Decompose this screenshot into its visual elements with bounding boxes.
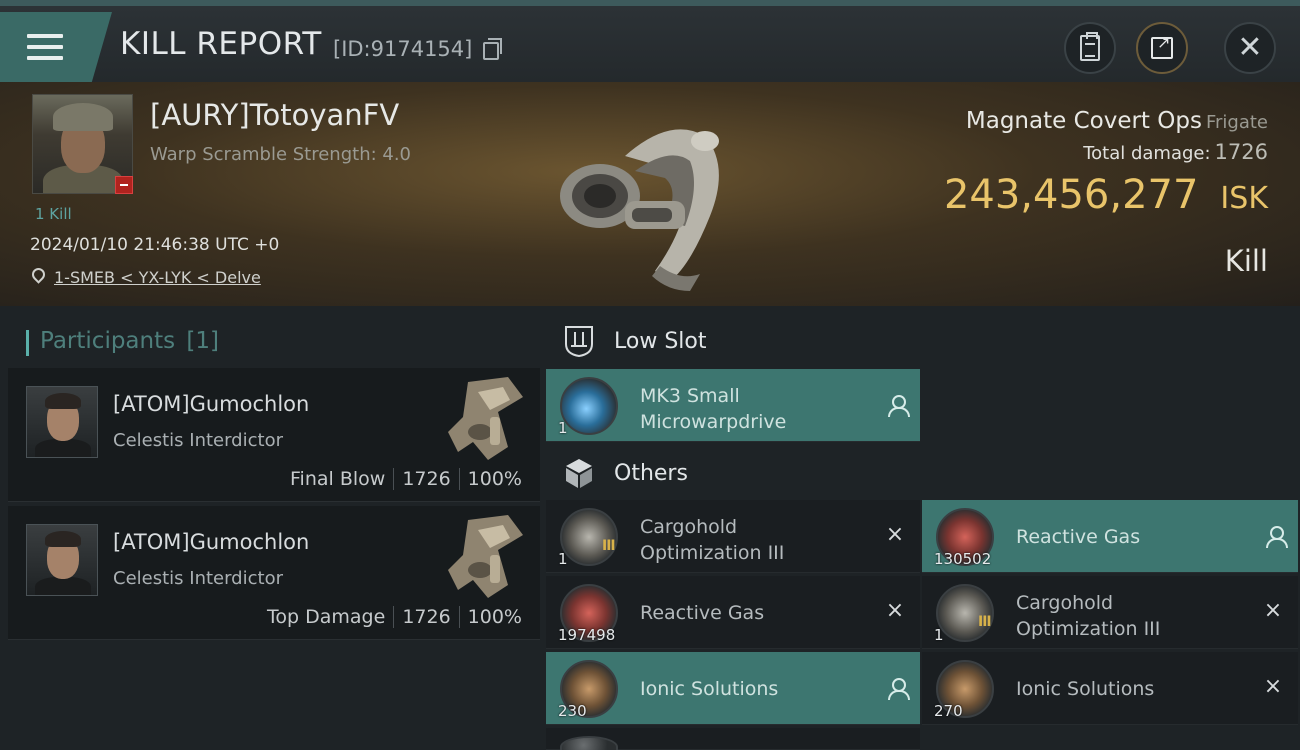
share-button[interactable] [1136, 22, 1188, 74]
close-icon: ✕ [1237, 30, 1263, 65]
item-row[interactable]: III 1 Cargohold Optimization III × [546, 500, 920, 573]
security-status-badge [115, 176, 133, 194]
share-icon [1151, 33, 1173, 59]
dropped-person-icon [1266, 526, 1288, 548]
participants-panel: Participants [1] [ATOM]Gumochlon Celesti… [0, 306, 540, 750]
item-quantity: 230 [558, 702, 587, 720]
isk-unit: ISK [1220, 181, 1268, 216]
items-panel: Low Slot 1 MK3 Small Microwarpdrive Othe… [540, 306, 1300, 750]
destroyed-x-icon: × [885, 522, 905, 547]
participant-percent: 100% [467, 468, 522, 490]
participant-role: Top Damage [267, 606, 386, 628]
isk-value: 243,456,277 ISK [943, 172, 1268, 218]
clipboard-icon [1080, 32, 1100, 61]
participant-role: Final Blow [290, 468, 386, 490]
item-row[interactable]: III 1 Cargohold Optimization III × [922, 576, 1298, 649]
low-slot-icon [565, 326, 593, 358]
participant-stats: Top Damage 1726 100% [261, 606, 528, 628]
dropped-person-icon [888, 678, 910, 700]
participant-damage: 1726 [402, 606, 451, 628]
cube-icon [566, 459, 592, 488]
destroyed-x-icon: × [1263, 674, 1283, 699]
participant-percent: 100% [467, 606, 522, 628]
total-damage-value: 1726 [1214, 140, 1268, 164]
report-id: [ID:9174154] [333, 37, 473, 61]
victim-ship-name[interactable]: Magnate Covert Ops Frigate [966, 108, 1268, 134]
kill-count: 1 Kill [35, 205, 72, 223]
participant-ship: Celestis Interdictor [113, 568, 283, 589]
participant-portrait[interactable] [26, 386, 98, 458]
page-title: KILL REPORT [120, 26, 322, 62]
tech3-badge: III [602, 538, 616, 554]
destroyed-x-icon: × [885, 598, 905, 623]
result-label: Kill [1224, 244, 1268, 278]
participant-name: [ATOM]Gumochlon [113, 392, 310, 416]
warp-scramble-strength: Warp Scramble Strength: 4.0 [150, 144, 412, 165]
total-damage: Total damage: 1726 [1083, 140, 1268, 164]
copy-icon[interactable] [483, 38, 502, 60]
cargohold-optimization-icon [936, 584, 994, 642]
title-bar: KILL REPORT [ID:9174154] ✕ [0, 0, 1300, 82]
item-icon [560, 736, 618, 750]
participant-portrait[interactable] [26, 524, 98, 596]
dropped-person-icon [888, 395, 910, 417]
hamburger-icon [27, 34, 63, 62]
microwarpdrive-icon [560, 377, 618, 435]
low-slot-header: Low Slot [548, 316, 706, 366]
victim-banner: [AURY]TotoyanFV Warp Scramble Strength: … [0, 82, 1300, 306]
item-name: Cargohold Optimization III [1016, 592, 1161, 640]
item-row[interactable]: 270 Ionic Solutions × [922, 652, 1298, 725]
participant-ship-image [448, 515, 523, 598]
item-name: Reactive Gas [640, 602, 765, 624]
menu-button[interactable] [0, 12, 112, 82]
participants-header: Participants [1] [26, 328, 220, 356]
item-quantity: 1 [934, 626, 944, 644]
cargohold-optimization-icon [560, 508, 618, 566]
kill-timestamp: 2024/01/10 21:46:38 UTC +0 [30, 235, 280, 255]
item-quantity: 1 [558, 419, 568, 437]
item-row[interactable] [546, 728, 920, 750]
participant-ship: Celestis Interdictor [113, 430, 283, 451]
item-name: Ionic Solutions [1016, 678, 1155, 700]
close-button[interactable]: ✕ [1224, 22, 1276, 74]
item-row[interactable]: 197498 Reactive Gas × [546, 576, 920, 649]
item-quantity: 130502 [934, 550, 992, 568]
clipboard-button[interactable] [1064, 22, 1116, 74]
destroyed-x-icon: × [1263, 598, 1283, 623]
participant-damage: 1726 [402, 468, 451, 490]
participant-ship-image [448, 377, 523, 460]
item-quantity: 197498 [558, 626, 616, 644]
others-header: Others [548, 448, 688, 498]
participant-stats: Final Blow 1726 100% [284, 468, 528, 490]
location-link[interactable]: 1-SMEB < YX-LYK < Delve [54, 268, 261, 287]
participant-card[interactable]: [ATOM]Gumochlon Celestis Interdictor Fin… [8, 368, 540, 502]
item-quantity: 1 [558, 550, 568, 568]
ship-class: Frigate [1205, 112, 1268, 133]
item-row[interactable]: 130502 Reactive Gas [922, 500, 1298, 573]
item-row[interactable]: 230 Ionic Solutions [546, 652, 920, 725]
item-quantity: 270 [934, 702, 963, 720]
victim-name[interactable]: [AURY]TotoyanFV [150, 98, 399, 132]
item-name: MK3 Small Microwarpdrive [640, 385, 787, 433]
participant-card[interactable]: [ATOM]Gumochlon Celestis Interdictor Top… [8, 506, 540, 640]
tech3-badge: III [978, 614, 992, 630]
item-name: Cargohold Optimization III [640, 516, 785, 564]
victim-ship-image[interactable] [540, 96, 755, 296]
participants-count: [1] [186, 328, 220, 354]
item-name: Reactive Gas [1016, 526, 1141, 548]
participant-name: [ATOM]Gumochlon [113, 530, 310, 554]
item-row[interactable]: 1 MK3 Small Microwarpdrive [546, 369, 920, 442]
item-name: Ionic Solutions [640, 678, 779, 700]
location-pin-icon [29, 265, 48, 284]
